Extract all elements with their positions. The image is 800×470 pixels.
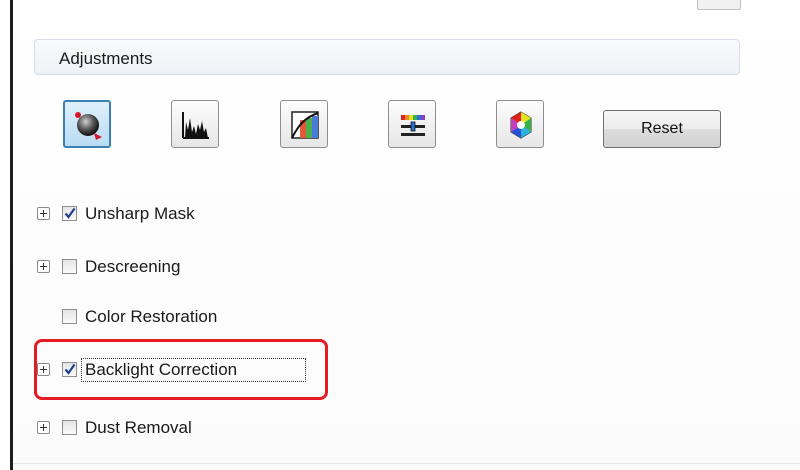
option-row-dust-removal: Dust Removal: [0, 416, 800, 440]
reset-button[interactable]: Reset: [603, 110, 721, 148]
color-restoration-checkbox[interactable]: [62, 309, 77, 324]
color-restoration-label: Color Restoration: [85, 307, 218, 326]
dust-removal-label: Dust Removal: [85, 418, 192, 437]
descreening-label: Descreening: [85, 257, 181, 276]
unsharp-mask-label: Unsharp Mask: [85, 204, 195, 223]
option-row-backlight-correction: Backlight Correction: [0, 358, 800, 382]
expand-toggle-dust-removal[interactable]: [37, 421, 50, 434]
top-control-edge: [697, 0, 741, 10]
image-adjustment-button[interactable]: [388, 100, 436, 148]
histogram-icon: [182, 112, 209, 139]
panel-bottom-divider: [13, 463, 800, 464]
tone-curve-icon: [291, 111, 319, 139]
checkmark-icon: [64, 207, 76, 219]
color-sliders-icon: [401, 115, 425, 136]
color-palette-button[interactable]: [496, 100, 544, 148]
expand-toggle-backlight-correction[interactable]: [37, 363, 50, 376]
unsharp-mask-checkbox[interactable]: [62, 206, 77, 221]
option-row-descreening: Descreening: [0, 255, 800, 279]
adjustments-title: Adjustments: [59, 49, 153, 68]
checkmark-icon: [64, 363, 76, 375]
option-row-unsharp-mask: Unsharp Mask: [0, 202, 800, 226]
auto-exposure-icon: [75, 112, 102, 140]
dust-removal-checkbox[interactable]: [62, 420, 77, 435]
adjustments-section-header[interactable]: Adjustments: [34, 39, 740, 75]
descreening-checkbox[interactable]: [62, 259, 77, 274]
tone-correction-button[interactable]: [280, 100, 328, 148]
expand-toggle-descreening[interactable]: [37, 260, 50, 273]
backlight-correction-checkbox[interactable]: [62, 362, 77, 377]
expand-toggle-unsharp-mask[interactable]: [37, 207, 50, 220]
auto-exposure-button[interactable]: [63, 100, 111, 148]
histogram-adjustment-button[interactable]: [171, 100, 219, 148]
option-row-color-restoration: Color Restoration: [0, 305, 800, 329]
backlight-correction-label: Backlight Correction: [85, 360, 238, 379]
color-wheel-icon: [510, 111, 532, 139]
window-margin: [0, 0, 10, 470]
